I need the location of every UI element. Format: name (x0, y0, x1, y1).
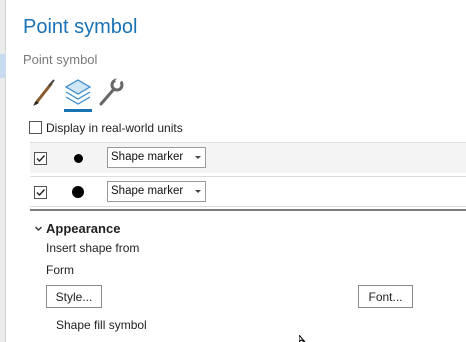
left-panel-tab[interactable] (0, 54, 6, 78)
point-symbol-preview (72, 186, 84, 198)
marker-type-dropdown[interactable]: Shape marker (107, 181, 206, 202)
realworld-label: Display in real-world units (46, 121, 183, 135)
mouse-cursor-icon (299, 335, 306, 342)
style-button[interactable]: Style... (46, 285, 102, 308)
form-label: Form (46, 263, 74, 277)
checkmark-icon (36, 189, 46, 197)
realworld-checkbox[interactable] (29, 121, 42, 134)
symbol-tabs (30, 76, 130, 114)
insert-shape-label: Insert shape from (46, 241, 140, 255)
symbol-layer-row[interactable]: Shape marker (30, 176, 466, 207)
wrench-icon (99, 76, 124, 106)
layers-icon (64, 79, 92, 105)
marker-type-dropdown[interactable]: Shape marker (107, 147, 206, 168)
layer-enabled-checkbox[interactable] (34, 152, 47, 165)
tab-symbol[interactable] (30, 76, 60, 110)
tab-structure[interactable] (96, 76, 126, 110)
chevron-down-icon (195, 156, 201, 159)
panel-title: Point symbol (23, 16, 138, 38)
paintbrush-icon (33, 79, 55, 106)
appearance-heading[interactable]: Appearance (46, 221, 120, 236)
section-divider (30, 209, 466, 211)
marker-type-value: Shape marker (111, 185, 184, 197)
font-button[interactable]: Font... (358, 285, 413, 308)
chevron-down-icon[interactable] (34, 224, 43, 233)
shape-fill-label: Shape fill symbol (56, 318, 147, 332)
left-panel-strip (0, 0, 6, 342)
layer-enabled-checkbox[interactable] (34, 186, 47, 199)
symbol-layer-row[interactable]: Shape marker (30, 142, 466, 173)
point-symbol-preview (74, 154, 83, 163)
chevron-down-icon (195, 190, 201, 193)
tab-layers[interactable] (63, 76, 93, 112)
checkmark-icon (36, 155, 46, 163)
marker-type-value: Shape marker (111, 151, 184, 163)
panel-subtitle: Point symbol (23, 52, 98, 67)
